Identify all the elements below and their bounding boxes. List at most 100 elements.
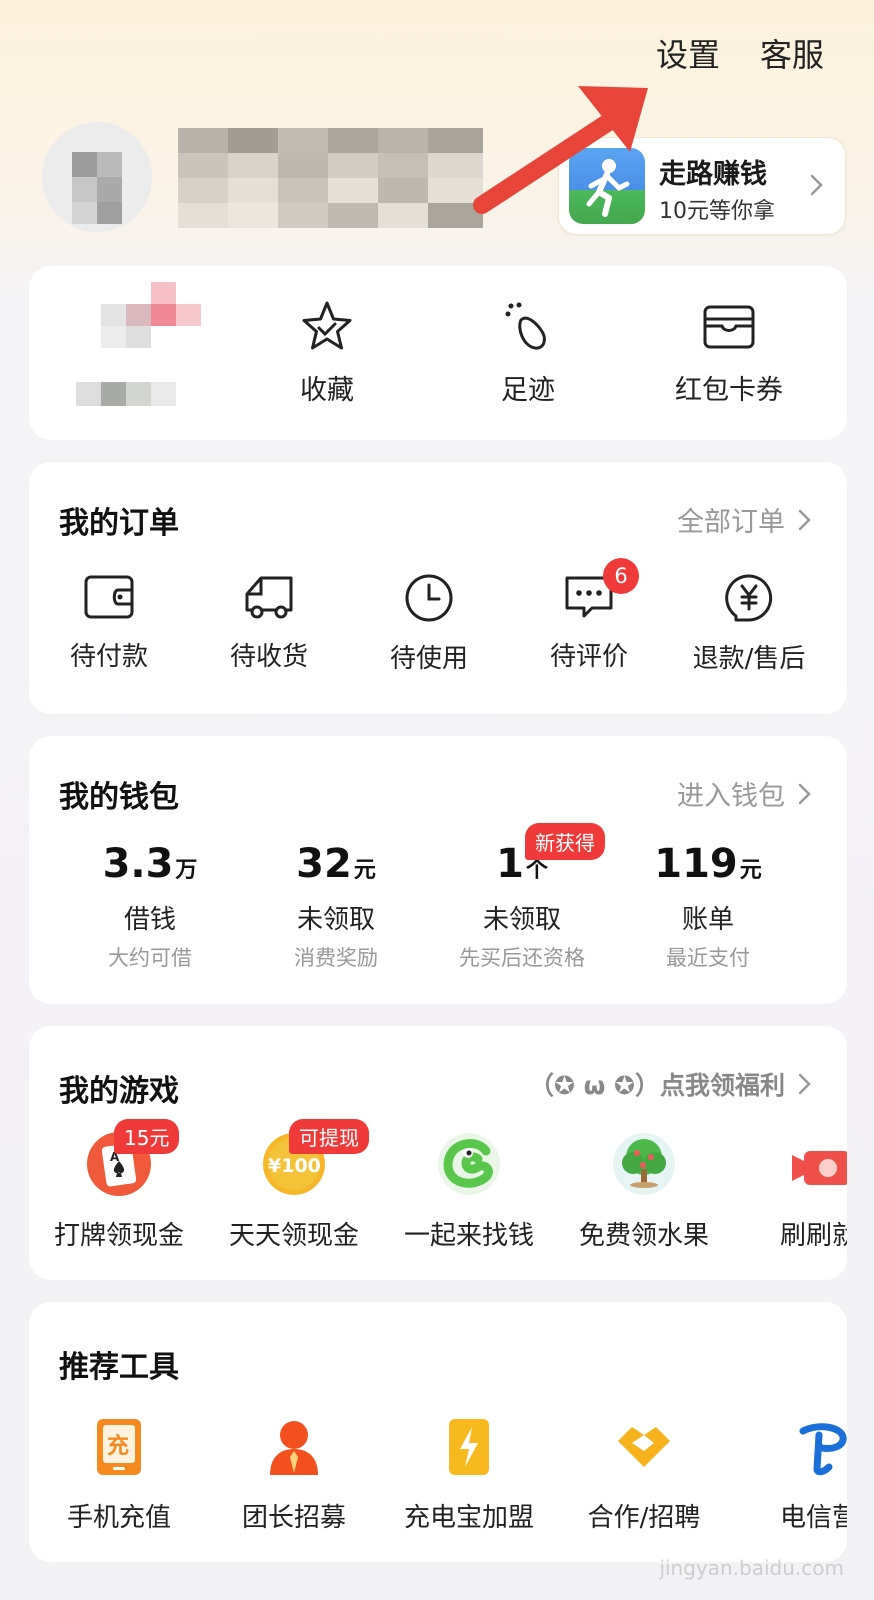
pending-use-button[interactable]: 待使用 bbox=[349, 572, 509, 675]
cooperation-recruit-label: 合作/招聘 bbox=[587, 1503, 701, 1533]
pending-use-label: 待使用 bbox=[389, 644, 468, 674]
enter-wallet-label: 进入钱包 bbox=[677, 781, 785, 812]
reward-amount: 32 bbox=[296, 841, 352, 887]
bill-unit: 元 bbox=[739, 858, 762, 883]
tool-leader-recruit[interactable]: 团长招募 bbox=[204, 1417, 384, 1534]
tool-phone-recharge[interactable]: 充 手机充值 bbox=[29, 1417, 209, 1534]
chevron-right-icon bbox=[810, 174, 823, 196]
loan-unit: 万 bbox=[175, 858, 198, 883]
refund-aftersale-label: 退款/售后 bbox=[692, 644, 806, 674]
enter-wallet-link[interactable]: 进入钱包 bbox=[677, 774, 815, 813]
reward-unit: 元 bbox=[353, 858, 376, 883]
wallet-loan-item[interactable]: 3.3万 借钱 大约可借 bbox=[55, 841, 245, 972]
leader-recruit-label: 团长招募 bbox=[241, 1503, 346, 1533]
new-badge: 新获得 bbox=[525, 823, 605, 860]
wallet-title: 我的钱包 bbox=[59, 780, 179, 815]
username-blurred bbox=[178, 128, 483, 228]
game-video[interactable]: 刷刷就 bbox=[729, 1131, 847, 1252]
favorites-button[interactable]: 收藏 bbox=[227, 298, 427, 407]
loan-amount: 3.3 bbox=[102, 841, 174, 887]
poker-label: 打牌领现金 bbox=[53, 1221, 184, 1251]
chevron-right-icon bbox=[798, 783, 811, 804]
avatar[interactable] bbox=[42, 122, 152, 232]
footprint-button[interactable]: 足迹 bbox=[428, 298, 628, 407]
quick-access-card: 收藏 足迹 红包卡券 bbox=[29, 266, 847, 440]
red-packet-coupons-button[interactable]: 红包卡券 bbox=[629, 298, 829, 407]
star-icon bbox=[302, 301, 352, 350]
footprint-label: 足迹 bbox=[501, 375, 555, 406]
video-label: 刷刷就 bbox=[779, 1221, 847, 1251]
game-poker[interactable]: A 15元 打牌领现金 bbox=[29, 1119, 209, 1252]
pending-receipt-label: 待收货 bbox=[229, 642, 308, 672]
recommended-tools-card: 推荐工具 充 手机充值 团长招募 充电宝加盟 合作/招聘 电信营 bbox=[29, 1302, 847, 1562]
reward-sub: 消费奖励 bbox=[294, 946, 378, 970]
reward-label: 未领取 bbox=[296, 905, 375, 935]
walk-subtitle: 10元等你拿 bbox=[659, 199, 775, 224]
games-title: 我的游戏 bbox=[59, 1074, 179, 1109]
pending-payment-button[interactable]: 待付款 bbox=[29, 572, 189, 673]
all-orders-link[interactable]: 全部订单 bbox=[677, 500, 815, 539]
settings-link[interactable]: 设置 bbox=[656, 30, 720, 76]
coin-amount-text: ¥100 bbox=[268, 1155, 321, 1177]
video-icon bbox=[792, 1151, 847, 1185]
snake-icon bbox=[438, 1133, 500, 1195]
tools-title: 推荐工具 bbox=[59, 1350, 179, 1385]
game-free-fruit[interactable]: 免费领水果 bbox=[554, 1131, 734, 1252]
refund-aftersale-button[interactable]: 退款/售后 bbox=[669, 572, 829, 675]
walk-title: 走路赚钱 bbox=[659, 159, 767, 190]
loan-label: 借钱 bbox=[123, 905, 176, 935]
daily-cash-badge: 可提现 bbox=[289, 1119, 369, 1154]
bnpl-unit: 个 bbox=[525, 858, 548, 883]
clock-icon bbox=[405, 574, 453, 622]
phone-recharge-label: 手机充值 bbox=[66, 1503, 171, 1533]
game-welfare-label: （✪ ω ✪）点我领福利 bbox=[528, 1071, 785, 1100]
walk-earn-card[interactable]: 走路赚钱 10元等你拿 bbox=[558, 137, 846, 235]
bill-label: 账单 bbox=[681, 905, 734, 935]
wallet-reward-item[interactable]: 32元 未领取 消费奖励 bbox=[241, 841, 431, 972]
recharge-glyph: 充 bbox=[107, 1433, 129, 1459]
leader-icon bbox=[270, 1421, 318, 1475]
game-welfare-link[interactable]: （✪ ω ✪）点我领福利 bbox=[529, 1066, 815, 1102]
pending-receipt-button[interactable]: 待收货 bbox=[189, 572, 349, 673]
wallet-bill-item[interactable]: 119元 账单 最近支付 bbox=[613, 841, 803, 972]
chevron-right-icon bbox=[798, 1073, 811, 1095]
customer-service-link[interactable]: 客服 bbox=[760, 30, 824, 76]
pending-review-label: 待评价 bbox=[549, 642, 628, 672]
bnpl-count: 1 bbox=[496, 841, 524, 887]
my-wallet-card: 我的钱包 进入钱包 3.3万 借钱 大约可借 32元 未领取 消费奖励 1个 未… bbox=[29, 736, 847, 1004]
favorites-label: 收藏 bbox=[300, 375, 354, 406]
power-bank-label: 充电宝加盟 bbox=[403, 1503, 534, 1533]
chevron-right-icon bbox=[798, 509, 811, 530]
tool-cooperation-recruit[interactable]: 合作/招聘 bbox=[554, 1417, 734, 1534]
blurred-item bbox=[76, 282, 206, 407]
my-games-card: 我的游戏 （✪ ω ✪）点我领福利 A 15元 打牌领现金 ¥100 可提现 天… bbox=[29, 1026, 847, 1280]
footprint-icon bbox=[505, 302, 546, 350]
game-daily-cash[interactable]: ¥100 可提现 天天领现金 bbox=[204, 1119, 384, 1252]
tool-telecom[interactable]: 电信营 bbox=[729, 1417, 847, 1534]
handshake-icon bbox=[618, 1427, 670, 1467]
daily-cash-label: 天天领现金 bbox=[228, 1221, 359, 1251]
find-money-label: 一起来找钱 bbox=[403, 1221, 534, 1251]
pending-payment-label: 待付款 bbox=[69, 642, 148, 672]
all-orders-label: 全部订单 bbox=[677, 507, 785, 538]
game-find-money[interactable]: 一起来找钱 bbox=[379, 1131, 559, 1252]
orders-title: 我的订单 bbox=[59, 506, 179, 541]
telecom-label: 电信营 bbox=[779, 1503, 847, 1533]
free-fruit-label: 免费领水果 bbox=[578, 1221, 709, 1251]
wallet-bnpl-item[interactable]: 1个 未领取 先买后还资格 新获得 bbox=[427, 823, 617, 972]
red-packet-coupons-label: 红包卡券 bbox=[675, 375, 783, 406]
bnpl-label: 未领取 bbox=[482, 905, 561, 935]
tool-power-bank[interactable]: 充电宝加盟 bbox=[379, 1417, 559, 1534]
poker-badge: 15元 bbox=[114, 1119, 180, 1154]
watermark: jingyan.baidu.com bbox=[659, 1556, 844, 1580]
bill-sub: 最近支付 bbox=[666, 946, 750, 970]
bill-amount: 119 bbox=[654, 841, 738, 887]
running-person-icon bbox=[569, 148, 645, 224]
phone-recharge-icon: 充 bbox=[97, 1419, 141, 1475]
loan-sub: 大约可借 bbox=[108, 946, 192, 970]
bnpl-sub: 先买后还资格 bbox=[459, 946, 585, 970]
tree-icon bbox=[613, 1133, 675, 1195]
pending-review-button[interactable]: 待评价 6 bbox=[509, 558, 669, 673]
review-count-badge: 6 bbox=[603, 558, 639, 594]
power-bank-icon bbox=[449, 1419, 489, 1475]
